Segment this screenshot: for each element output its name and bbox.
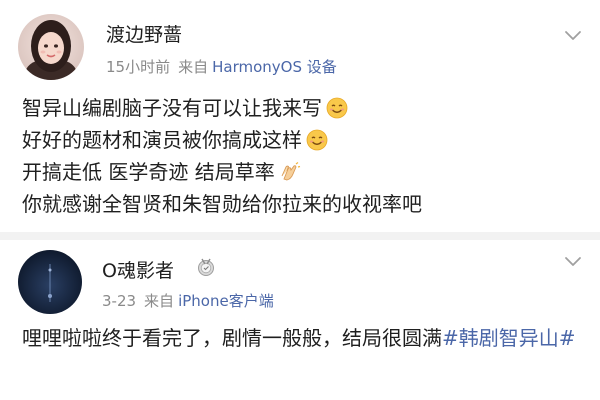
post-text-line-content: 开搞走低 医学奇迹 结局草率 — [22, 160, 275, 184]
post-divider — [0, 232, 600, 240]
post-text-line: 智异山编剧脑子没有可以让我来写 — [22, 92, 422, 124]
medal-badge-icon[interactable] — [196, 257, 216, 277]
source-device-link[interactable]: iPhone客户端 — [178, 292, 274, 310]
post-text-line-content: 好好的题材和演员被你搞成这样 — [22, 128, 302, 152]
source-device-link[interactable]: HarmonyOS 设备 — [212, 58, 337, 76]
post-text-content: 哩哩啦啦终于看完了，剧情一般般，结局很圆满 — [22, 326, 442, 350]
avatar-image-icon — [18, 14, 84, 80]
post-text-line-content: 智异山编剧脑子没有可以让我来写 — [22, 96, 322, 120]
smile-emoji-icon — [326, 96, 348, 128]
avatar[interactable] — [18, 14, 84, 80]
avatar[interactable] — [18, 250, 82, 314]
chevron-down-icon[interactable] — [564, 30, 582, 42]
post-time: 3-23 — [102, 292, 137, 310]
source-prefix: 来自 — [178, 58, 209, 76]
source-prefix: 来自 — [144, 292, 175, 310]
post-time: 15小时前 — [106, 58, 171, 76]
post-text: 智异山编剧脑子没有可以让我来写 好好的题材和演员被你搞成这样 开搞走低 医学奇迹… — [22, 92, 422, 220]
post-text-line: 你就感谢全智贤和朱智勋给你拉来的收视率吧 — [22, 188, 422, 220]
post-text-line: 好好的题材和演员被你搞成这样 — [22, 124, 422, 156]
post-text: 哩哩啦啦终于看完了，剧情一般般，结局很圆满#韩剧智异山# — [22, 322, 582, 354]
avatar-image-icon — [18, 250, 82, 314]
weibo-feed: 渡边野蔷 15小时前 来自 HarmonyOS 设备 智异山编剧脑子没有可以让我来写… — [0, 0, 600, 400]
smile-emoji-icon — [306, 128, 328, 160]
post-card[interactable] — [0, 240, 600, 400]
user-name[interactable]: O魂影者 — [102, 256, 174, 283]
hashtag-link[interactable]: #韩剧智异山# — [442, 326, 576, 350]
post-text-line-content: 你就感谢全智贤和朱智勋给你拉来的收视率吧 — [22, 192, 422, 216]
chevron-down-icon[interactable] — [564, 256, 582, 268]
post-meta: 15小时前 来自 HarmonyOS 设备 — [106, 56, 337, 77]
post-card[interactable]: 渡边野蔷 15小时前 来自 HarmonyOS 设备 智异山编剧脑子没有可以让我来写… — [0, 0, 600, 240]
user-name[interactable]: 渡边野蔷 — [106, 20, 182, 47]
post-text-line: 开搞走低 医学奇迹 结局草率 — [22, 156, 422, 188]
post-meta: 3-23 来自 iPhone客户端 — [102, 290, 274, 311]
